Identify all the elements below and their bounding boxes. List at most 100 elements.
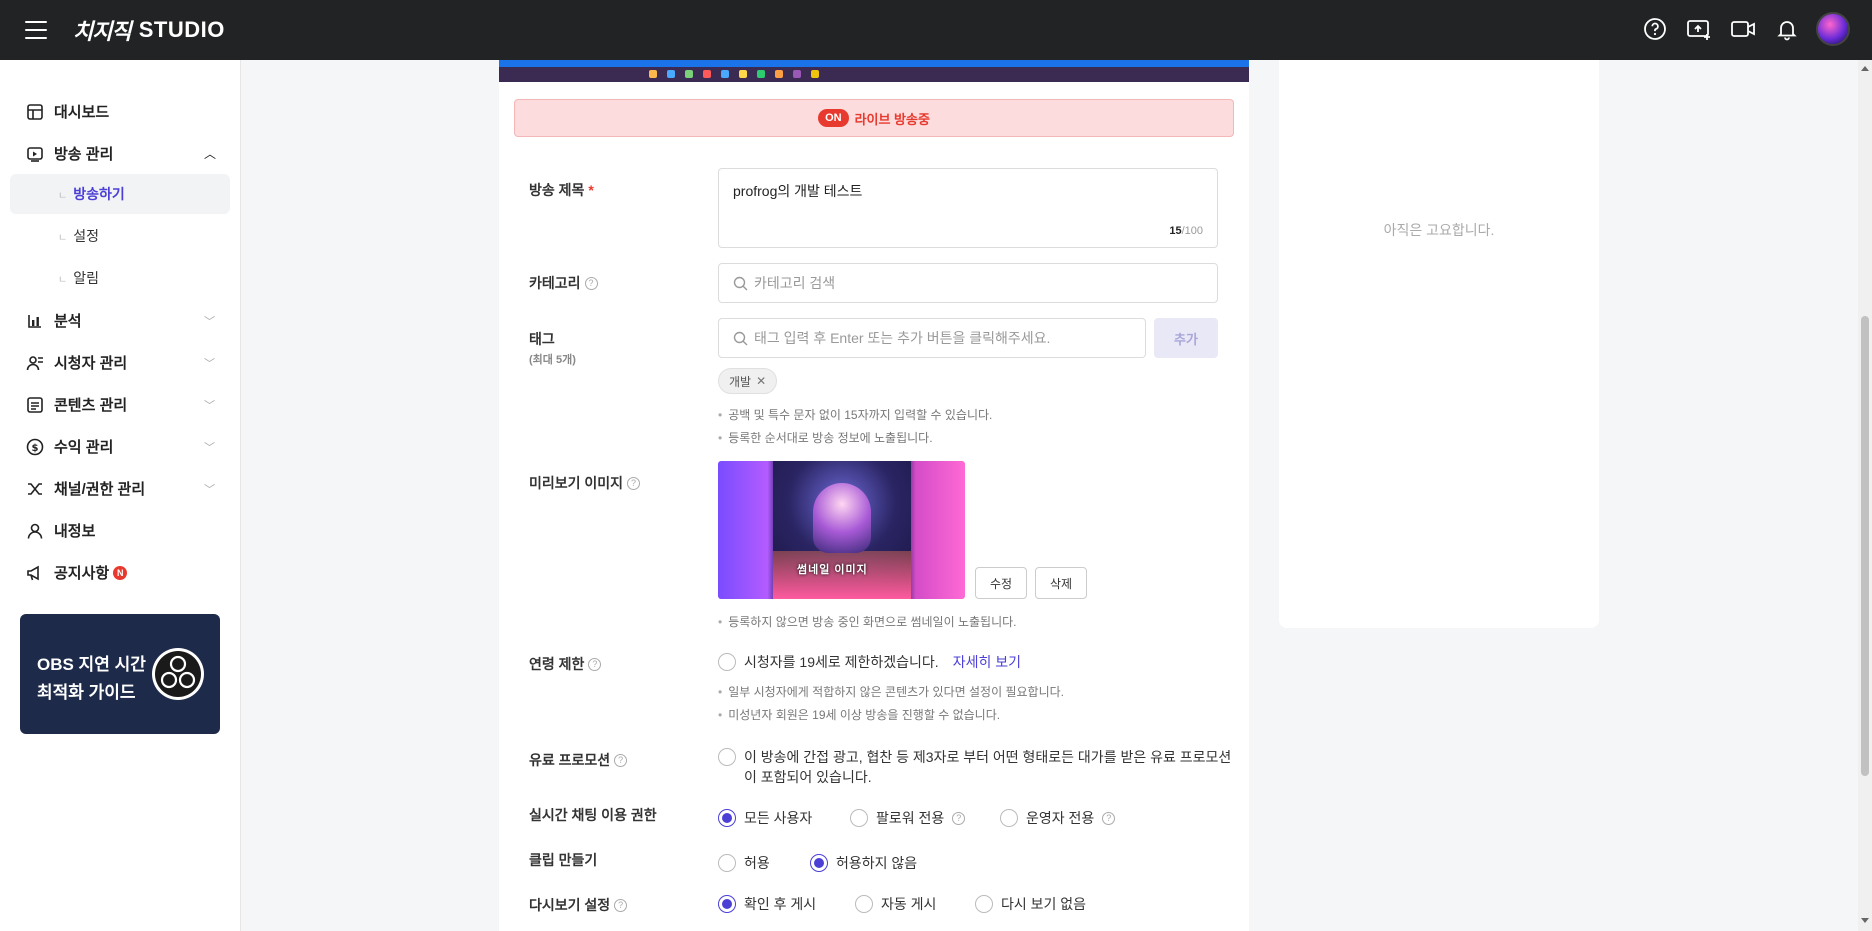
broadcast-form: ON 라이브 방송중 방송 제목 * profrog의 개발 테스트 15/10… bbox=[499, 60, 1249, 931]
category-label-text: 카테고리 bbox=[529, 275, 581, 291]
age-learn-more-link[interactable]: 자세히 보기 bbox=[953, 652, 1021, 672]
replay-option-none[interactable]: 다시 보기 없음 bbox=[975, 894, 1086, 914]
age-restriction-label-text: 연령 제한 bbox=[529, 656, 585, 672]
radio-circle bbox=[718, 809, 736, 827]
sidebar-item-label: 콘텐츠 관리 bbox=[54, 397, 128, 414]
scroll-up-icon[interactable] bbox=[1861, 66, 1869, 71]
sidebar-item-revenue[interactable]: $ 수익 관리 ﹀ bbox=[26, 436, 215, 457]
paid-promotion-checkbox[interactable]: 이 방송에 간접 광고, 협찬 등 제3자로 부터 어떤 형태로든 대가를 받은… bbox=[718, 748, 1231, 787]
obs-logo-icon bbox=[152, 648, 204, 700]
sidebar-item-channel-permissions[interactable]: 채널/권한 관리 ﹀ bbox=[26, 478, 215, 499]
subitem-dot: ㄴ bbox=[58, 190, 68, 202]
bell-icon[interactable] bbox=[1772, 14, 1802, 44]
title-input[interactable]: profrog의 개발 테스트 15/100 bbox=[718, 168, 1218, 248]
chat-option-managers[interactable]: 운영자 전용 ? bbox=[1000, 808, 1116, 828]
new-badge: N bbox=[113, 565, 128, 580]
camera-icon[interactable] bbox=[1728, 14, 1758, 44]
thumbnail-caption: 썸네일 이미지 bbox=[797, 564, 868, 576]
sidebar-subitem-label: 알림 bbox=[73, 270, 99, 286]
sidebar-item-label: 방송 관리 bbox=[54, 146, 114, 163]
category-label: 카테고리 ? bbox=[529, 273, 598, 293]
clip-option-disallow[interactable]: 허용하지 않음 bbox=[810, 853, 917, 873]
help-icon[interactable]: ? bbox=[614, 898, 628, 912]
clip-option-label: 허용하지 않음 bbox=[836, 855, 918, 871]
category-search-input[interactable]: 카테고리 검색 bbox=[718, 263, 1218, 303]
dollar-icon: $ bbox=[26, 438, 44, 455]
scroll-down-icon[interactable] bbox=[1861, 918, 1869, 923]
chat-panel: 아직은 고요합니다. bbox=[1279, 60, 1599, 628]
preview-image-label-text: 미리보기 이미지 bbox=[529, 475, 624, 491]
replay-option-auto[interactable]: 자동 게시 bbox=[855, 894, 936, 914]
help-icon[interactable]: ? bbox=[614, 753, 628, 767]
tag-input[interactable]: 태그 입력 후 Enter 또는 추가 버튼을 클릭해주세요. bbox=[718, 318, 1146, 358]
logo-studio: STUDIO bbox=[138, 17, 225, 42]
chat-option-label: 운영자 전용 bbox=[1026, 810, 1095, 826]
menu-icon[interactable] bbox=[25, 21, 47, 39]
live-status-text: 라이브 방송중 bbox=[854, 111, 930, 127]
help-icon[interactable]: ? bbox=[1102, 811, 1116, 825]
chat-option-label: 모든 사용자 bbox=[744, 810, 813, 826]
sidebar-item-label: 대시보드 bbox=[54, 104, 110, 121]
age-restriction-checkbox[interactable]: 시청자를 19세로 제한하겠습니다. 자세히 보기 bbox=[718, 652, 1021, 672]
edit-thumbnail-button[interactable]: 수정 bbox=[975, 567, 1027, 599]
stream-preview-strip bbox=[499, 60, 1249, 82]
radio-circle bbox=[718, 854, 736, 872]
avatar[interactable] bbox=[1816, 12, 1850, 46]
chart-icon bbox=[28, 314, 41, 328]
help-icon[interactable]: ? bbox=[588, 657, 602, 671]
person-icon bbox=[27, 523, 43, 539]
age-restriction-text: 시청자를 19세로 제한하겠습니다. bbox=[744, 654, 939, 670]
obs-guide-banner[interactable]: OBS 지연 시간 최적화 가이드 bbox=[20, 614, 220, 734]
tag-label: 태그 bbox=[529, 331, 555, 347]
astronaut-illustration bbox=[813, 483, 871, 553]
sidebar-item-label: 수익 관리 bbox=[54, 439, 114, 456]
title-char-count: 15 bbox=[1169, 225, 1182, 237]
sidebar-subitem-go-live[interactable]: ㄴ 방송하기 bbox=[58, 184, 125, 204]
clip-option-allow[interactable]: 허용 bbox=[718, 853, 770, 873]
page-scrollbar[interactable] bbox=[1858, 60, 1872, 931]
radio-circle bbox=[1000, 809, 1018, 827]
radio-circle bbox=[855, 895, 873, 913]
sidebar-item-viewers[interactable]: 시청자 관리 ﹀ bbox=[26, 352, 215, 373]
sidebar-subitem-settings[interactable]: ㄴ 설정 bbox=[58, 226, 99, 246]
sidebar-item-broadcast[interactable]: 방송 관리 ︿ bbox=[26, 143, 216, 164]
sidebar-item-label: 채널/권한 관리 bbox=[54, 481, 146, 498]
sidebar-item-content[interactable]: 콘텐츠 관리 ﹀ bbox=[26, 394, 215, 415]
help-icon[interactable]: ? bbox=[584, 276, 598, 290]
sidebar-item-label: 시청자 관리 bbox=[54, 355, 128, 372]
tag-chip-label: 개발 bbox=[729, 374, 752, 389]
radio-circle bbox=[718, 748, 736, 766]
sidebar-item-analytics[interactable]: 분석 ﹀ bbox=[26, 310, 215, 331]
radio-circle bbox=[718, 895, 736, 913]
subitem-dot: ㄴ bbox=[58, 232, 68, 244]
logo[interactable]: 치지직 STUDIO bbox=[73, 14, 225, 46]
sidebar-item-notices[interactable]: 공지사항 N bbox=[26, 562, 128, 583]
megaphone-icon bbox=[27, 565, 39, 580]
paid-promotion-label-text: 유료 프로모션 bbox=[529, 752, 611, 768]
banner-line-2: 최적화 가이드 bbox=[37, 683, 136, 702]
sidebar-item-dashboard[interactable]: 대시보드 bbox=[26, 101, 109, 122]
title-input-value: profrog의 개발 테스트 bbox=[733, 183, 863, 199]
tag-note: 공백 및 특수 문자 없이 15자까지 입력할 수 있습니다. bbox=[718, 406, 992, 423]
tag-note: 등록한 순서대로 방송 정보에 노출됩니다. bbox=[718, 429, 932, 446]
radio-circle bbox=[850, 809, 868, 827]
chat-option-followers[interactable]: 팔로워 전용 ? bbox=[850, 808, 966, 828]
video-upload-icon[interactable] bbox=[1684, 14, 1714, 44]
close-icon[interactable]: ✕ bbox=[756, 374, 766, 388]
scroll-thumb[interactable] bbox=[1861, 316, 1869, 776]
tag-add-button[interactable]: 추가 bbox=[1154, 318, 1218, 358]
radio-circle bbox=[718, 653, 736, 671]
help-icon[interactable] bbox=[1640, 14, 1670, 44]
replay-label-text: 다시보기 설정 bbox=[529, 897, 611, 913]
help-icon[interactable]: ? bbox=[952, 811, 966, 825]
logo-brand: 치지직 bbox=[73, 19, 132, 44]
delete-thumbnail-button[interactable]: 삭제 bbox=[1035, 567, 1087, 599]
help-icon[interactable]: ? bbox=[627, 476, 641, 490]
replay-option-label: 자동 게시 bbox=[881, 896, 937, 912]
chat-option-all[interactable]: 모든 사용자 bbox=[718, 808, 812, 828]
radio-circle bbox=[810, 854, 828, 872]
content-icon bbox=[27, 396, 43, 413]
replay-option-confirm[interactable]: 확인 후 게시 bbox=[718, 894, 816, 914]
sidebar-subitem-alerts[interactable]: ㄴ 알림 bbox=[58, 268, 99, 288]
sidebar-item-my-info[interactable]: 내정보 bbox=[26, 520, 95, 541]
